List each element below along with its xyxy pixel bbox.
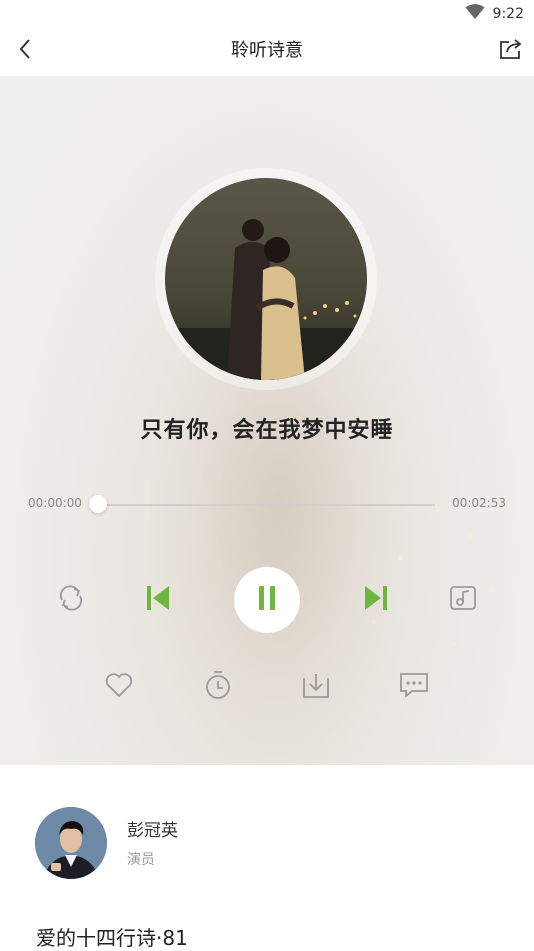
next-button[interactable] [358,582,396,618]
current-time: 00:00:00 [28,496,82,510]
reader-role: 演员 [127,852,155,868]
repeat-button[interactable] [52,582,90,618]
reader-name: 彭冠英 [127,821,178,841]
share-icon [499,38,523,64]
timer-button[interactable] [200,669,236,705]
progress-thumb[interactable] [89,495,107,513]
previous-icon [143,583,171,617]
reader-section: 彭冠英 演员 爱的十四行诗·81 [0,765,534,950]
comment-icon [398,670,430,704]
lyrics-icon [448,583,478,617]
page-title: 聆听诗意 [231,40,303,61]
previous-button[interactable] [138,582,176,618]
next-icon [363,583,391,617]
status-time: 9:22 [492,6,524,22]
player-panel: 只有你，会在我梦中安睡 00:00:00 00:02:53 [0,76,534,765]
timer-icon [203,669,233,705]
favorite-button[interactable] [101,669,137,705]
download-button[interactable] [298,669,334,705]
progress-track[interactable] [98,504,435,506]
total-time: 00:02:53 [452,496,506,510]
status-right: 9:22 [465,4,524,24]
pause-icon [257,585,277,615]
song-title: 只有你，会在我梦中安睡 [140,418,394,443]
wifi-icon [465,4,485,24]
heart-icon [104,671,134,703]
download-icon [301,670,331,704]
poem-title: 爱的十四行诗·81 [36,926,188,950]
comment-button[interactable] [396,669,432,705]
pause-button[interactable] [234,567,300,633]
avatar[interactable] [35,807,107,879]
repeat-icon [56,583,86,617]
header: 聆听诗意 [0,26,534,76]
lyrics-button[interactable] [444,582,482,618]
share-button[interactable] [496,36,526,66]
album-cover [165,178,367,380]
status-bar: 9:22 [0,0,534,26]
